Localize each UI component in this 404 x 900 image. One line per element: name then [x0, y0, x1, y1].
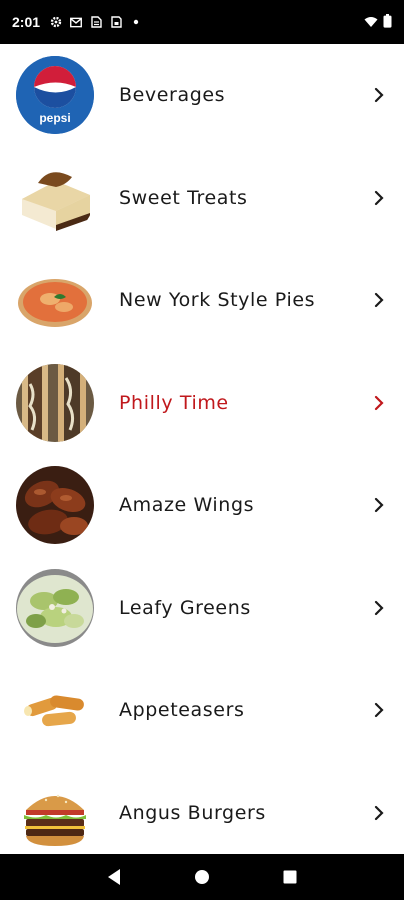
chevron-right-icon [372, 497, 386, 513]
wings-photo [16, 466, 94, 545]
philly-sandwich-photo [16, 363, 94, 442]
category-list: pepsi Beverages Sweet Treats New York St… [0, 44, 404, 854]
category-label: Beverages [119, 84, 226, 107]
category-item-appeteasers[interactable]: Appeteasers [0, 659, 404, 762]
category-item-sweet-treats[interactable]: Sweet Treats [0, 147, 404, 250]
category-item-angus-burgers[interactable]: Angus Burgers [0, 762, 404, 855]
system-navigation-bar [0, 854, 404, 900]
chevron-right-icon [372, 702, 386, 718]
category-item-beverages[interactable]: pepsi Beverages [0, 44, 404, 147]
gear-icon [50, 16, 62, 28]
category-label: Leafy Greens [119, 596, 251, 619]
pepsi-logo-text: pepsi [39, 111, 70, 125]
status-bar: 2:01 [0, 0, 404, 44]
salad-photo [16, 568, 94, 647]
pizza-photo [16, 261, 94, 340]
dot-icon [130, 16, 142, 28]
mozzarella-sticks-photo [16, 671, 94, 750]
chevron-right-icon [372, 87, 386, 103]
back-icon[interactable] [102, 865, 126, 889]
home-icon[interactable] [190, 865, 214, 889]
burger-photo [16, 773, 94, 852]
category-item-new-york-style-pies[interactable]: New York Style Pies [0, 249, 404, 352]
recents-icon[interactable] [278, 865, 302, 889]
chevron-right-icon [372, 600, 386, 616]
chevron-right-icon [372, 395, 386, 411]
document-icon [90, 16, 102, 28]
category-item-philly-time[interactable]: Philly Time [0, 352, 404, 455]
cheesecake-photo [16, 158, 94, 237]
category-label: Angus Burgers [119, 801, 266, 824]
chevron-right-icon [372, 805, 386, 821]
category-label: Amaze Wings [119, 494, 255, 517]
category-item-amaze-wings[interactable]: Amaze Wings [0, 454, 404, 557]
status-time: 2:01 [12, 14, 41, 30]
status-system-icons [364, 13, 392, 32]
gmail-icon [70, 16, 82, 28]
category-item-leafy-greens[interactable]: Leafy Greens [0, 557, 404, 660]
battery-icon [383, 13, 392, 32]
chevron-right-icon [372, 190, 386, 206]
wifi-icon [364, 13, 378, 32]
status-notification-icons [50, 16, 142, 28]
chevron-right-icon [372, 292, 386, 308]
pepsi-logo: pepsi [16, 56, 94, 135]
save-icon [110, 16, 122, 28]
category-label: Philly Time [119, 391, 229, 414]
category-label: New York Style Pies [119, 289, 316, 312]
category-label: Appeteasers [119, 699, 245, 722]
category-label: Sweet Treats [119, 186, 248, 209]
